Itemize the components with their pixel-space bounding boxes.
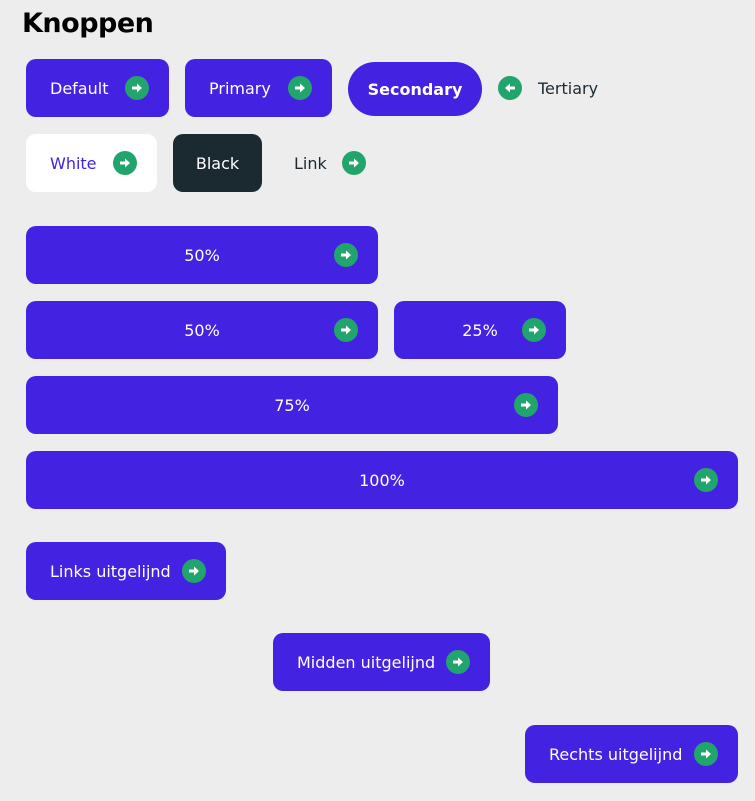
width-75-button[interactable]: 75% xyxy=(26,376,558,434)
arrow-right-icon xyxy=(694,468,718,492)
arrow-right-icon xyxy=(522,318,546,342)
primary-button-label: Primary xyxy=(209,78,271,98)
tertiary-button[interactable]: Tertiary xyxy=(498,59,608,117)
left-aligned-label: Links uitgelijnd xyxy=(50,561,171,581)
page-title: Knoppen xyxy=(22,8,154,39)
primary-button[interactable]: Primary xyxy=(185,59,332,117)
black-button[interactable]: Black xyxy=(173,134,262,192)
arrow-right-icon xyxy=(113,151,137,175)
secondary-button-label: Secondary xyxy=(367,79,463,99)
center-aligned-button[interactable]: Midden uitgelijnd xyxy=(273,633,490,691)
arrow-left-icon xyxy=(498,76,522,100)
white-button[interactable]: White xyxy=(26,134,157,192)
black-button-label: Black xyxy=(195,153,240,173)
white-button-label: White xyxy=(50,153,97,173)
arrow-right-icon xyxy=(694,742,718,766)
width-100-button[interactable]: 100% xyxy=(26,451,738,509)
arrow-right-icon xyxy=(341,151,366,175)
default-button[interactable]: Default xyxy=(26,59,169,117)
tertiary-button-label: Tertiary xyxy=(538,78,599,98)
secondary-button[interactable]: Secondary xyxy=(348,62,482,116)
width-50-label: 50% xyxy=(184,320,220,340)
arrow-right-icon xyxy=(446,650,470,674)
width-50-label: 50% xyxy=(184,245,220,265)
width-75-label: 75% xyxy=(274,395,310,415)
width-50-button-second[interactable]: 50% xyxy=(26,301,378,359)
arrow-right-icon xyxy=(182,559,206,583)
width-25-button[interactable]: 25% xyxy=(394,301,566,359)
default-button-label: Default xyxy=(50,78,109,98)
link-button[interactable]: Link xyxy=(294,134,374,192)
right-aligned-button[interactable]: Rechts uitgelijnd xyxy=(525,725,738,783)
left-aligned-button[interactable]: Links uitgelijnd xyxy=(26,542,226,600)
link-button-label: Link xyxy=(294,153,327,173)
arrow-right-icon xyxy=(125,76,149,100)
width-50-button[interactable]: 50% xyxy=(26,226,378,284)
arrow-right-icon xyxy=(334,318,358,342)
arrow-right-icon xyxy=(334,243,358,267)
width-100-label: 100% xyxy=(359,470,405,490)
center-aligned-label: Midden uitgelijnd xyxy=(297,652,436,672)
arrow-right-icon xyxy=(514,393,538,417)
right-aligned-label: Rechts uitgelijnd xyxy=(549,744,683,764)
arrow-right-icon xyxy=(288,76,312,100)
